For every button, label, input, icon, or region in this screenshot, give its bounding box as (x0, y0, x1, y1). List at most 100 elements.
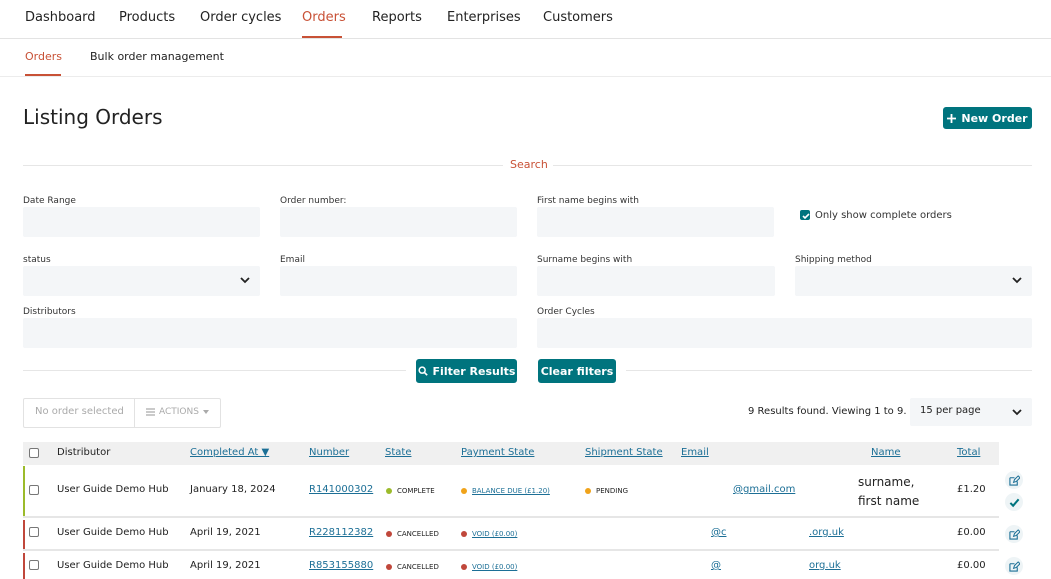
first-name-input[interactable] (537, 207, 774, 237)
filter-results-label: Filter Results (432, 364, 516, 378)
row-email-domain[interactable]: org.uk (809, 560, 841, 571)
row-edit-button[interactable] (1005, 471, 1023, 489)
per-page-select[interactable]: 15 per page (910, 398, 1032, 426)
actions-dropdown[interactable]: ACTIONS (146, 407, 209, 417)
table-row: User Guide Demo Hub April 19, 2021 R8531… (23, 553, 1023, 579)
row-email-domain[interactable]: .org.uk (809, 527, 844, 538)
select-all-checkbox[interactable] (29, 448, 39, 458)
row-state-text: CANCELLED (397, 530, 439, 538)
row-state-badge: COMPLETE (386, 487, 435, 495)
only-complete-checkbox[interactable] (800, 210, 810, 220)
search-divider-left (23, 165, 503, 166)
table-row: User Guide Demo Hub April 19, 2021 R2281… (23, 520, 1023, 551)
row-payment-badge[interactable]: VOID (£0.00) (461, 530, 517, 538)
row-status-bar (23, 466, 25, 516)
complete-dot (386, 488, 392, 494)
void-dot (461, 564, 467, 570)
actions-label: ACTIONS (159, 407, 199, 417)
search-icon (417, 366, 428, 376)
new-order-button[interactable]: New Order (943, 107, 1032, 129)
row-completed-at: April 19, 2021 (190, 527, 261, 538)
th-payment-state[interactable]: Payment State (461, 447, 534, 458)
nav-dashboard[interactable]: Dashboard (25, 10, 96, 25)
edit-icon (1008, 474, 1020, 486)
row-email-link[interactable]: @gmail.com (733, 484, 795, 495)
th-completed-at[interactable]: Completed At ▼ (190, 447, 269, 458)
row-status-bar (23, 553, 25, 579)
row-edit-button[interactable] (1005, 557, 1023, 575)
th-state[interactable]: State (385, 447, 411, 458)
order-number-label: Order number: (280, 196, 347, 206)
subnav-bulk-order-management[interactable]: Bulk order management (90, 50, 224, 63)
clear-filters-label: Clear filters (540, 364, 614, 378)
distributors-input[interactable] (23, 318, 517, 348)
order-number-input[interactable] (280, 207, 517, 237)
active-nav-underline (302, 36, 342, 38)
row-total: £0.00 (957, 560, 986, 571)
th-distributor: Distributor (57, 447, 111, 458)
edit-icon (1008, 528, 1020, 540)
row-number-link[interactable]: R228112382 (309, 527, 373, 538)
subnav-orders[interactable]: Orders (25, 50, 62, 63)
hamburger-icon (146, 408, 155, 416)
row-checkbox[interactable] (29, 527, 39, 537)
shipping-method-select[interactable] (795, 266, 1032, 296)
nav-customers[interactable]: Customers (543, 10, 613, 25)
email-input[interactable] (280, 266, 517, 296)
row-payment-badge[interactable]: VOID (£0.00) (461, 563, 517, 571)
row-payment-text: VOID (£0.00) (472, 530, 518, 538)
date-range-label: Date Range (23, 196, 76, 206)
surname-input[interactable] (537, 266, 775, 296)
row-shipment-text: PENDING (596, 487, 628, 495)
row-payment-text: BALANCE DUE (£1.20) (472, 487, 550, 495)
row-total: £0.00 (957, 527, 986, 538)
row-checkbox[interactable] (29, 485, 39, 495)
results-count: 9 Results found. Viewing 1 to 9. (748, 406, 907, 417)
th-number[interactable]: Number (309, 447, 349, 458)
row-number-link[interactable]: R141000302 (309, 484, 373, 495)
new-order-label: New Order (961, 111, 1028, 125)
nav-enterprises[interactable]: Enterprises (447, 10, 521, 25)
row-distributor: User Guide Demo Hub (57, 484, 169, 495)
row-state-badge: CANCELLED (386, 530, 439, 538)
clear-filters-button[interactable]: Clear filters (538, 359, 616, 383)
only-complete-label: Only show complete orders (815, 210, 952, 221)
order-cycles-input[interactable] (537, 318, 1032, 348)
row-number-link[interactable]: R853155880 (309, 560, 373, 571)
row-checkbox[interactable] (29, 560, 39, 570)
page-title: Listing Orders (23, 105, 163, 129)
nav-orders[interactable]: Orders (302, 10, 346, 25)
th-name[interactable]: Name (871, 447, 901, 458)
filter-results-button[interactable]: Filter Results (416, 359, 517, 383)
chevron-down-icon (240, 277, 250, 284)
row-capture-button[interactable] (1005, 493, 1023, 511)
th-shipment-state[interactable]: Shipment State (585, 447, 663, 458)
nav-order-cycles[interactable]: Order cycles (200, 10, 281, 25)
email-label: Email (280, 255, 305, 265)
status-label: status (23, 255, 51, 265)
edit-icon (1008, 560, 1020, 572)
row-status-bar (23, 520, 25, 549)
row-state-badge: CANCELLED (386, 563, 439, 571)
row-payment-badge[interactable]: BALANCE DUE (£1.20) (461, 487, 550, 495)
nav-products[interactable]: Products (119, 10, 175, 25)
table-row: User Guide Demo Hub January 18, 2024 R14… (23, 466, 1023, 518)
row-email-link[interactable]: @c (711, 527, 727, 538)
row-email-link[interactable]: @ (711, 560, 721, 571)
cancelled-dot (386, 531, 392, 537)
row-name-line1: surname, (858, 475, 915, 489)
row-total: £1.20 (957, 484, 986, 495)
filter-divider-left (23, 370, 406, 371)
date-range-input[interactable] (23, 207, 260, 237)
status-select[interactable] (23, 266, 260, 296)
row-state-text: COMPLETE (397, 487, 435, 495)
th-email[interactable]: Email (681, 447, 709, 458)
surname-label: Surname begins with (537, 255, 633, 265)
th-total[interactable]: Total (957, 447, 980, 458)
row-edit-button[interactable] (1005, 525, 1023, 543)
distributors-label: Distributors (23, 307, 76, 317)
check-icon (802, 213, 810, 220)
chevron-down-icon (1012, 409, 1022, 416)
top-navigation: Dashboard Products Order cycles Orders R… (0, 0, 1051, 39)
nav-reports[interactable]: Reports (372, 10, 422, 25)
